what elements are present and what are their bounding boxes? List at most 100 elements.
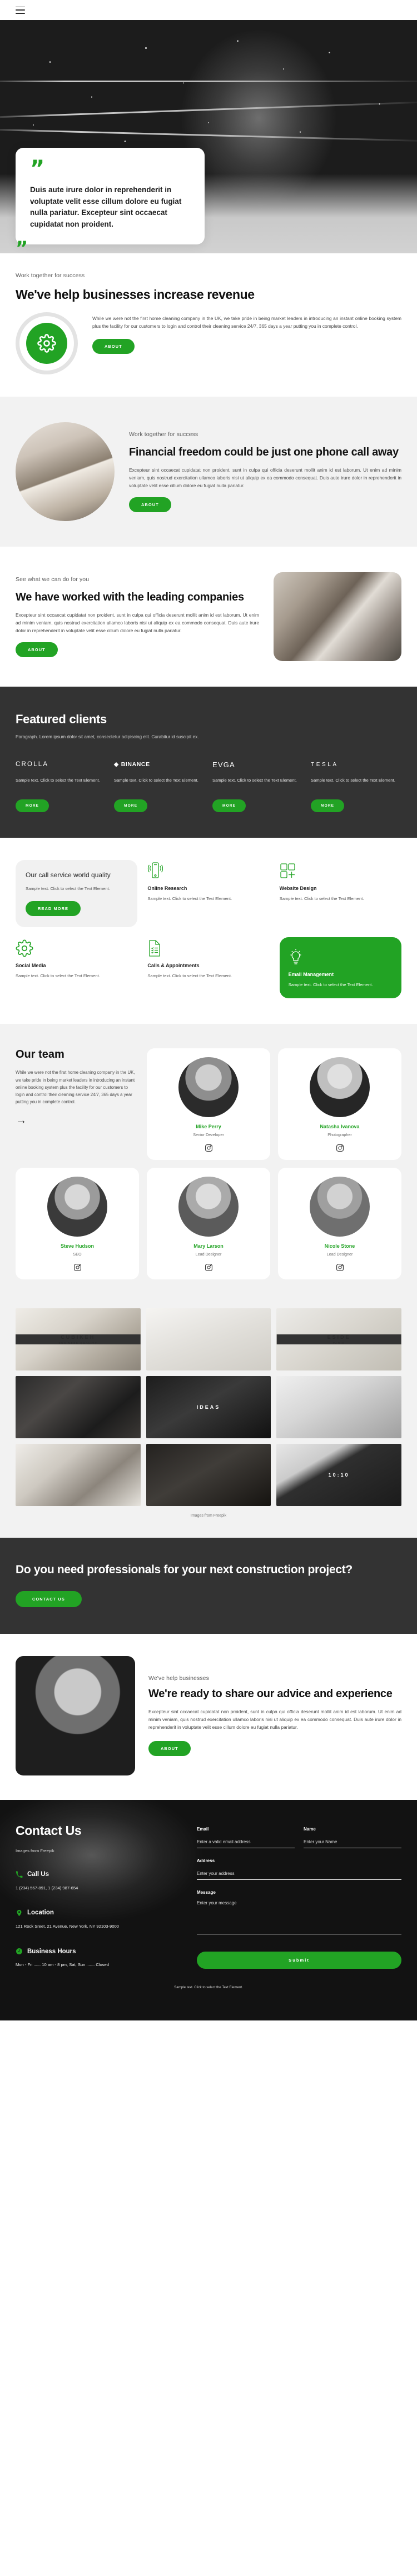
service-highlight-title: Our call service world quality <box>26 871 111 879</box>
gallery-tile <box>276 1376 401 1439</box>
footer-note: Sample text. Click to select the Text El… <box>174 1985 243 1989</box>
leading-about-button[interactable]: About <box>16 642 58 658</box>
intro-about-button[interactable]: About <box>92 339 135 354</box>
contact-location-block: Location 121 Rock Sreet, 21 Avenue, New … <box>16 1909 182 1930</box>
gallery-tile <box>146 1444 271 1507</box>
gallery-tile: 10:10 <box>276 1444 401 1507</box>
gallery-section: CUBIKEH BUSINESS QUALITY ESIDE PARIS IDE… <box>0 1308 417 1538</box>
financial-photo <box>16 422 115 522</box>
client-logo-crolla: CROLLA <box>16 761 49 768</box>
financial-title: Financial freedom could be just one phon… <box>129 446 399 458</box>
client-card: TESLA Sample text. Click to select the T… <box>311 758 401 813</box>
member-name: Mary Larson <box>193 1243 224 1249</box>
gallery-tile <box>16 1376 141 1439</box>
instagram-icon[interactable] <box>336 1144 344 1152</box>
member-role: Senior Developer <box>193 1132 224 1138</box>
client-card: EVGA Sample text. Click to select the Te… <box>212 758 303 813</box>
hero-quote-card: ” Duis aute irure dolor in reprehenderit… <box>16 148 205 245</box>
financial-body: Excepteur sint occaecat cupidatat non pr… <box>129 467 401 489</box>
service-copy: Sample text. Click to select the Text El… <box>147 973 232 979</box>
contact-info: Contact Us Images from Freepik Call Us 1… <box>16 1823 182 1969</box>
team-member-card: Steve Hudson SEO <box>16 1168 139 1280</box>
avatar <box>178 1177 239 1237</box>
service-highlight-card: Our call service world quality Sample te… <box>16 860 138 928</box>
avatar <box>178 1057 239 1118</box>
gallery-tile <box>16 1444 141 1507</box>
service-card-online-research: Online Research Sample text. Click to se… <box>147 860 269 927</box>
address-field-group: Address <box>197 1858 401 1880</box>
gallery-tile: IDEAS <box>146 1376 271 1439</box>
instagram-icon[interactable] <box>336 1263 344 1272</box>
instagram-icon[interactable] <box>73 1263 82 1272</box>
hero-section: ” Duis aute irure dolor in reprehenderit… <box>0 20 417 253</box>
checklist-document-icon <box>147 938 269 957</box>
intro-body: While we were not the first home cleanin… <box>92 316 401 329</box>
hero-quote-text: Duis aute irure dolor in reprehenderit i… <box>30 186 182 228</box>
cta-contact-button[interactable]: Contact us <box>16 1590 82 1607</box>
map-pin-icon <box>16 1909 23 1917</box>
phone-icon <box>16 1871 23 1878</box>
advice-body: Excepteur sint occaecat cupidatat non pr… <box>148 1709 401 1730</box>
client-more-button[interactable]: More <box>311 799 345 813</box>
service-read-more-button[interactable]: Read more <box>26 901 81 917</box>
member-role: SEO <box>73 1252 82 1257</box>
email-input[interactable] <box>197 1838 295 1848</box>
contact-hours-title: Business Hours <box>27 1948 76 1955</box>
site-header <box>0 0 417 20</box>
team-member-card: Mike Perry Senior Developer <box>147 1048 270 1161</box>
landing-page: ” Duis aute irure dolor in reprehenderit… <box>0 0 417 2020</box>
message-label: Message <box>197 1889 216 1895</box>
client-more-button[interactable]: More <box>114 799 148 813</box>
arrow-right-icon[interactable]: → <box>16 1114 27 1127</box>
service-copy: Sample text. Click to select the Text El… <box>288 982 373 988</box>
client-more-button[interactable]: More <box>16 799 49 813</box>
clients-grid: CROLLA Sample text. Click to select the … <box>16 758 401 813</box>
submit-button[interactable]: Submit <box>197 1951 401 1969</box>
gear-badge <box>16 312 78 375</box>
quote-close-icon: ” <box>16 237 28 253</box>
featured-subtitle: Paragraph. Lorem ipsum dolor sit amet, c… <box>16 734 199 740</box>
client-copy: Sample text. Click to select the Text El… <box>311 778 395 783</box>
grid-plus-icon <box>280 861 401 880</box>
intro-title: We've help businesses increase revenue <box>16 287 255 302</box>
gallery-tile-label: IDEAS <box>196 1404 221 1410</box>
advice-section: We've help businesses We're ready to sha… <box>0 1633 417 1800</box>
name-input[interactable] <box>304 1838 401 1848</box>
gallery-tile <box>146 1308 271 1371</box>
email-field-group: Email <box>197 1827 295 1848</box>
leading-photo <box>274 572 401 662</box>
client-copy: Sample text. Click to select the Text El… <box>16 778 100 783</box>
gallery-tile: CUBIKEH BUSINESS QUALITY <box>16 1308 141 1371</box>
team-member-card: Mary Larson Lead Designer <box>147 1168 270 1280</box>
featured-title: Featured clients <box>16 712 107 727</box>
intro-section: Work together for success We've help bus… <box>0 253 417 397</box>
advice-about-button[interactable]: About <box>148 1741 191 1757</box>
menu-toggle-icon[interactable] <box>16 6 25 14</box>
contact-hours-value: Mon - Fri ...... 10 am - 8 pm, Sat, Sun … <box>16 1962 109 1968</box>
mobile-signal-icon <box>147 861 269 880</box>
instagram-icon[interactable] <box>205 1263 213 1272</box>
gear-icon <box>26 323 67 364</box>
service-card-calls-appointments: Calls & Appointments Sample text. Click … <box>147 937 269 998</box>
gallery-grid: CUBIKEH BUSINESS QUALITY ESIDE PARIS IDE… <box>16 1308 401 1507</box>
services-grid: Our call service world quality Sample te… <box>16 860 401 999</box>
financial-eyebrow: Work together for success <box>129 431 198 438</box>
avatar <box>310 1177 370 1237</box>
member-name: Nicole Stone <box>324 1243 355 1249</box>
address-input[interactable] <box>197 1869 401 1880</box>
client-more-button[interactable]: More <box>212 799 246 813</box>
team-title: Our team <box>16 1048 64 1061</box>
financial-about-button[interactable]: About <box>129 497 171 513</box>
client-copy: Sample text. Click to select the Text El… <box>212 778 297 783</box>
message-input[interactable] <box>197 1899 401 1934</box>
name-label: Name <box>304 1826 316 1832</box>
leading-title: We have worked with the leading companie… <box>16 591 244 603</box>
leading-section: See what we can do for you We have worke… <box>0 547 417 687</box>
cta-section: Do you need professionals for your next … <box>0 1538 417 1634</box>
client-logo-evga: EVGA <box>212 760 235 769</box>
contact-call-title: Call Us <box>27 1871 49 1878</box>
cta-title: Do you need professionals for your next … <box>16 1563 353 1577</box>
instagram-icon[interactable] <box>205 1144 213 1152</box>
advice-photo <box>16 1655 135 1775</box>
service-title: Email Management <box>288 972 334 978</box>
